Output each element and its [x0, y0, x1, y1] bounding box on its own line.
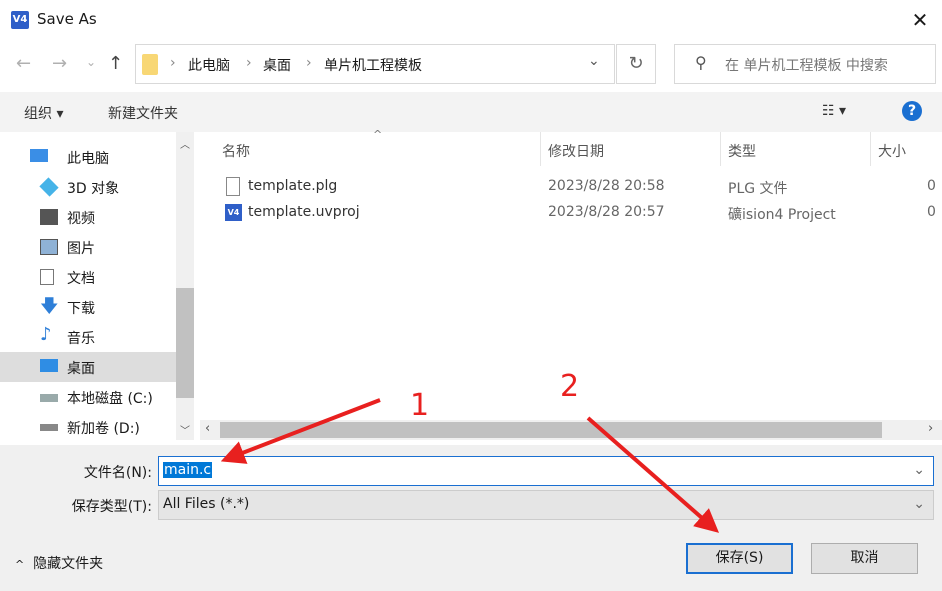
- refresh-button[interactable]: ↻: [616, 44, 656, 84]
- file-size: 0: [927, 204, 936, 220]
- back-button[interactable]: ←: [16, 53, 31, 74]
- sidebar-item-drive-d[interactable]: 新加卷 (D:): [0, 412, 176, 442]
- chevron-up-icon: ^: [15, 558, 25, 571]
- column-divider[interactable]: [540, 132, 541, 166]
- chevron-down-icon: ⌄: [913, 496, 925, 512]
- file-type: PLG 文件: [728, 181, 788, 197]
- sort-ascending-icon: ^: [373, 128, 383, 141]
- column-header-name[interactable]: 名称: [222, 141, 250, 161]
- sidebar-scroll-thumb[interactable]: [176, 288, 194, 398]
- hide-folders-toggle[interactable]: ^ 隐藏文件夹: [15, 553, 103, 573]
- file-date: 2023/8/28 20:57: [548, 204, 665, 220]
- video-icon: [40, 209, 58, 225]
- sidebar-item-desktop[interactable]: 桌面: [0, 352, 176, 382]
- horizontal-scroll-thumb[interactable]: [220, 422, 882, 438]
- up-button[interactable]: ↑: [108, 53, 123, 74]
- file-size: 0: [927, 178, 936, 194]
- sidebar-item-downloads[interactable]: 🡇 下载: [0, 292, 176, 322]
- breadcrumb-this-pc[interactable]: 此电脑: [188, 55, 230, 75]
- sidebar-item-label: 文档: [67, 271, 95, 287]
- computer-icon: [30, 149, 48, 162]
- sidebar-item-label: 桌面: [67, 361, 95, 377]
- column-header-size[interactable]: 大小: [878, 141, 906, 161]
- address-bar[interactable]: › 此电脑 › 桌面 › 单片机工程模板 ⌄: [135, 44, 615, 84]
- scroll-up-icon[interactable]: ︿: [180, 136, 190, 151]
- scroll-left-icon[interactable]: ‹: [205, 421, 210, 436]
- file-date: 2023/8/28 20:58: [548, 178, 665, 194]
- file-name: template.uvproj: [248, 204, 360, 220]
- uvproj-file-icon: V4: [225, 204, 242, 221]
- sidebar-item-label: 3D 对象: [67, 181, 120, 197]
- title-bar: V4 Save As ✕: [0, 0, 942, 40]
- recent-locations-button[interactable]: ⌄: [86, 55, 96, 69]
- column-divider[interactable]: [720, 132, 721, 166]
- filename-value: main.c: [163, 462, 213, 478]
- search-icon: ⚲: [695, 53, 707, 72]
- filetype-value: All Files (*.*): [163, 496, 250, 512]
- music-icon: ♪: [40, 324, 52, 345]
- sidebar-item-label: 新加卷 (D:): [67, 421, 140, 437]
- chevron-down-icon[interactable]: ⌄: [913, 462, 925, 478]
- file-icon: [226, 177, 240, 196]
- save-button[interactable]: 保存(S): [686, 543, 793, 574]
- annotation-label-2: 2: [560, 369, 579, 404]
- search-placeholder: 在 单片机工程模板 中搜索: [725, 58, 888, 74]
- drive-icon: [40, 424, 58, 431]
- breadcrumb-current-folder[interactable]: 单片机工程模板: [324, 55, 422, 75]
- column-header-date[interactable]: 修改日期: [548, 141, 604, 161]
- organize-button[interactable]: 组织 ▾: [24, 103, 63, 123]
- documents-icon: [40, 269, 54, 285]
- cancel-button[interactable]: 取消: [811, 543, 918, 574]
- pictures-icon: [40, 239, 58, 255]
- sidebar-item-label: 此电脑: [67, 151, 109, 167]
- filename-label: 文件名(N):: [83, 465, 152, 481]
- filetype-select[interactable]: All Files (*.*) ⌄: [158, 490, 934, 520]
- window-title: Save As: [37, 10, 97, 28]
- folder-icon: [142, 54, 158, 75]
- sidebar-item-label: 下载: [67, 301, 95, 317]
- file-row[interactable]: template.plg 2023/8/28 20:58 PLG 文件 0: [200, 174, 942, 200]
- new-folder-button[interactable]: 新建文件夹: [108, 103, 178, 123]
- file-type: 礦ision4 Project: [728, 207, 836, 223]
- hide-folders-label: 隐藏文件夹: [33, 556, 104, 572]
- sidebar-item-label: 本地磁盘 (C:): [67, 391, 153, 407]
- view-options-button[interactable]: ☷ ▾: [822, 103, 846, 119]
- 3d-objects-icon: [39, 177, 59, 197]
- filetype-label: 保存类型(T):: [71, 499, 152, 515]
- sidebar-item-drive-c[interactable]: 本地磁盘 (C:): [0, 382, 176, 412]
- help-button[interactable]: ?: [902, 101, 922, 121]
- sidebar-item-this-pc[interactable]: 此电脑: [0, 142, 176, 172]
- keil-app-icon: V4: [11, 11, 29, 29]
- close-button[interactable]: ✕: [905, 6, 935, 34]
- breadcrumb-desktop[interactable]: 桌面: [263, 55, 291, 75]
- chevron-right-icon: ›: [246, 55, 252, 71]
- chevron-right-icon: ›: [170, 55, 176, 71]
- address-dropdown[interactable]: ⌄: [588, 53, 600, 69]
- file-name: template.plg: [248, 178, 338, 194]
- navigation-pane: 此电脑 3D 对象 视频 图片 文档 🡇 下载 ♪ 音乐 桌面 本地磁盘 (C:) …: [0, 132, 195, 440]
- scroll-down-icon[interactable]: ﹀: [180, 422, 190, 437]
- column-divider[interactable]: [870, 132, 871, 166]
- chevron-right-icon: ›: [306, 55, 312, 71]
- file-row[interactable]: V4 template.uvproj 2023/8/28 20:57 礦isio…: [200, 200, 942, 226]
- sidebar-item-label: 图片: [67, 241, 95, 257]
- sidebar-item-pictures[interactable]: 图片: [0, 232, 176, 262]
- sidebar-item-music[interactable]: ♪ 音乐: [0, 322, 176, 352]
- filename-input[interactable]: main.c ⌄: [158, 456, 934, 486]
- sidebar-item-label: 视频: [67, 211, 95, 227]
- sidebar-item-documents[interactable]: 文档: [0, 262, 176, 292]
- scroll-right-icon[interactable]: ›: [928, 421, 933, 436]
- sidebar-item-videos[interactable]: 视频: [0, 202, 176, 232]
- drive-icon: [40, 394, 58, 402]
- sidebar-item-3d-objects[interactable]: 3D 对象: [0, 172, 176, 202]
- column-header-type[interactable]: 类型: [728, 141, 756, 161]
- desktop-icon: [40, 359, 58, 372]
- annotation-label-1: 1: [410, 388, 429, 423]
- download-icon: 🡇: [40, 296, 59, 317]
- search-input[interactable]: ⚲ 在 单片机工程模板 中搜索: [674, 44, 936, 84]
- toolbar: 组织 ▾ 新建文件夹 ☷ ▾ ?: [0, 92, 942, 132]
- forward-button[interactable]: →: [52, 53, 67, 74]
- sidebar-item-label: 音乐: [67, 331, 95, 347]
